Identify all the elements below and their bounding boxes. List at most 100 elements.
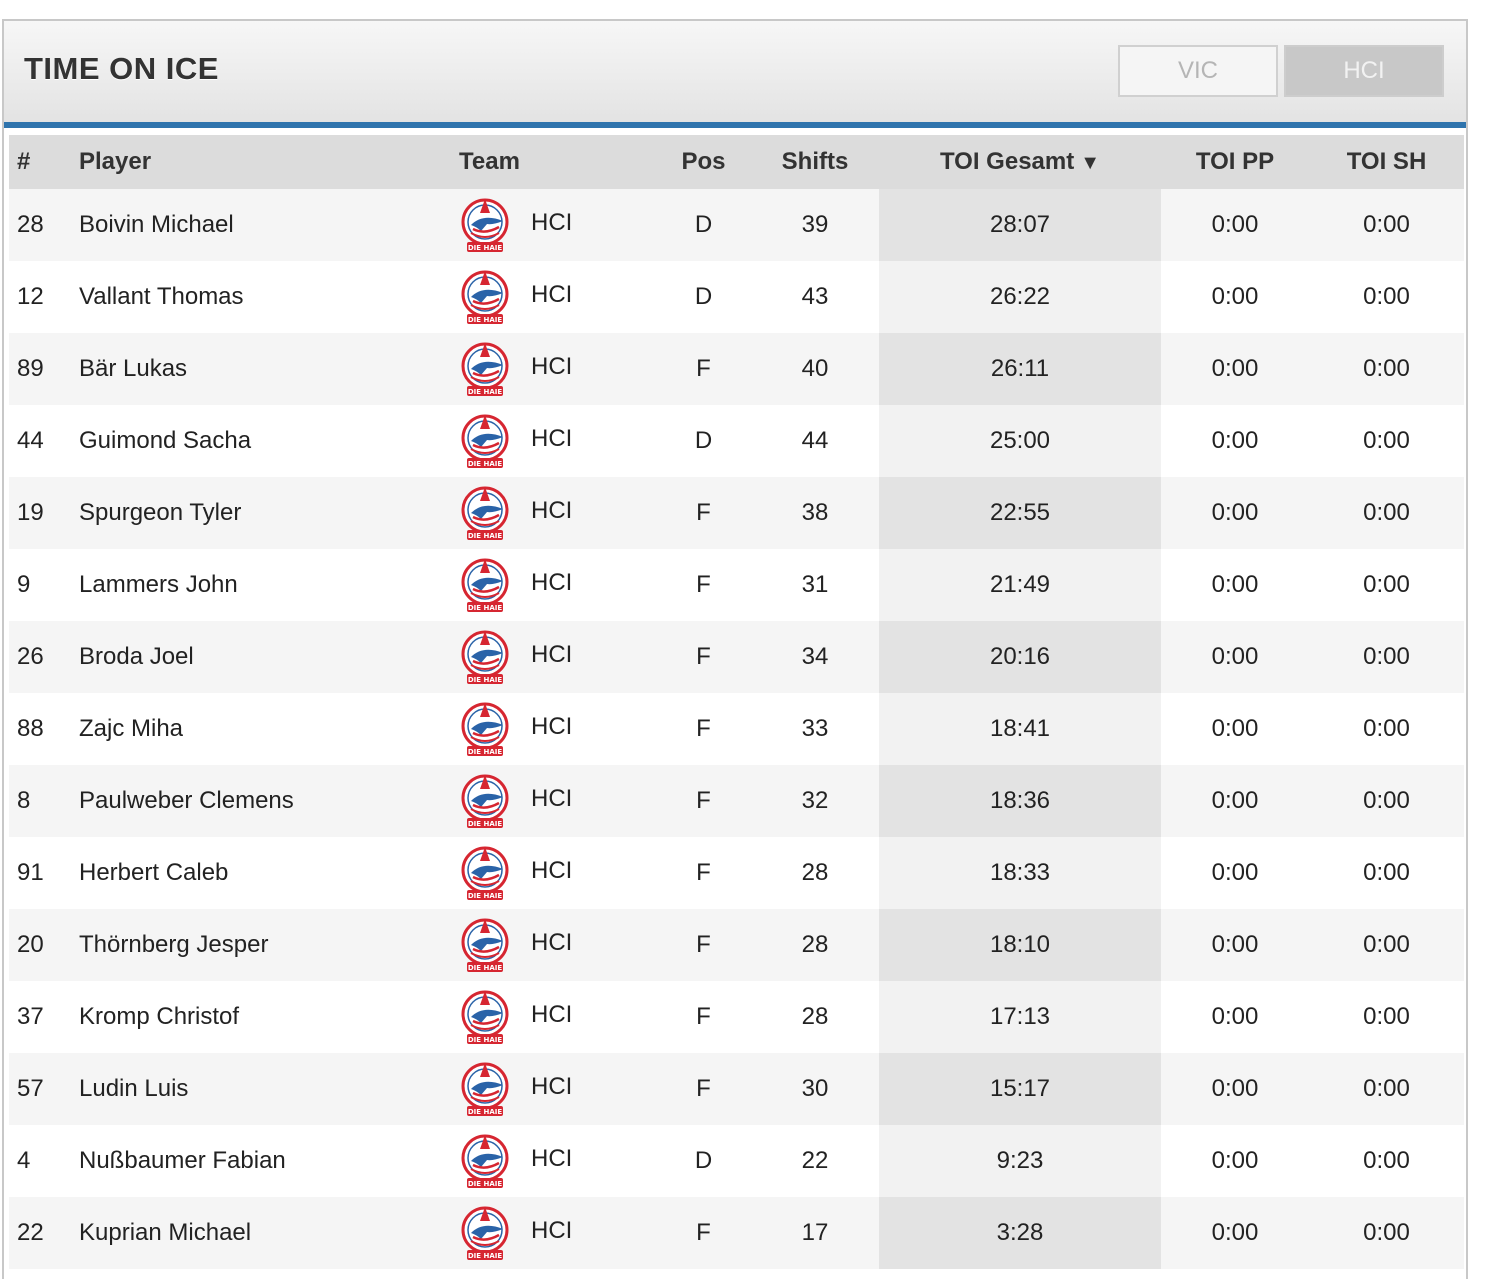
cell-number: 9 — [9, 549, 79, 621]
cell-number: 91 — [9, 837, 79, 909]
cell-toi-sh: 0:00 — [1309, 1053, 1464, 1125]
team-cell: DIE HAIE HCI — [459, 915, 656, 975]
cell-player[interactable]: Bär Lukas — [79, 333, 455, 405]
team-cell: DIE HAIE HCI — [459, 483, 656, 543]
table-row[interactable]: 91 Herbert Caleb DIE HAIE HCI F 28 18:33… — [9, 837, 1464, 909]
cell-toi-total: 26:22 — [879, 261, 1161, 333]
column-header-toi-total[interactable]: TOI Gesamt ▼ — [879, 135, 1161, 189]
cell-toi-total: 22:55 — [879, 477, 1161, 549]
column-header-team[interactable]: Team — [455, 135, 656, 189]
svg-text:DIE HAIE: DIE HAIE — [468, 676, 503, 684]
cell-player[interactable]: Spurgeon Tyler — [79, 477, 455, 549]
cell-team: DIE HAIE HCI — [455, 189, 656, 261]
cell-toi-pp: 0:00 — [1161, 189, 1309, 261]
cell-toi-sh: 0:00 — [1309, 1125, 1464, 1197]
cell-player[interactable]: Kromp Christof — [79, 981, 455, 1053]
cell-player[interactable]: Vallant Thomas — [79, 261, 455, 333]
cell-pos: F — [656, 837, 751, 909]
cell-player[interactable]: Thörnberg Jesper — [79, 909, 455, 981]
cell-player[interactable]: Paulweber Clemens — [79, 765, 455, 837]
table-row[interactable]: 26 Broda Joel DIE HAIE HCI F 34 20:16 0:… — [9, 621, 1464, 693]
cell-shifts: 43 — [751, 261, 879, 333]
table-row[interactable]: 20 Thörnberg Jesper DIE HAIE HCI F 28 18… — [9, 909, 1464, 981]
cell-toi-total: 18:41 — [879, 693, 1161, 765]
team-button-vic[interactable]: VIC — [1118, 45, 1278, 97]
svg-text:DIE HAIE: DIE HAIE — [468, 964, 503, 972]
cell-team-abbr: HCI — [531, 1217, 573, 1244]
cell-player[interactable]: Broda Joel — [79, 621, 455, 693]
cell-team: DIE HAIE HCI — [455, 405, 656, 477]
team-cell: DIE HAIE HCI — [459, 627, 656, 687]
svg-text:DIE HAIE: DIE HAIE — [468, 604, 503, 612]
team-logo-shark-icon: DIE HAIE — [461, 558, 509, 612]
table-row[interactable]: 57 Ludin Luis DIE HAIE HCI F 30 15:17 0:… — [9, 1053, 1464, 1125]
column-header-toi-sh[interactable]: TOI SH — [1309, 135, 1464, 189]
cell-pos: F — [656, 693, 751, 765]
cell-team-abbr: HCI — [531, 209, 573, 236]
cell-team-abbr: HCI — [531, 929, 573, 956]
cell-number: 8 — [9, 765, 79, 837]
team-cell: DIE HAIE HCI — [459, 1203, 656, 1263]
table-row[interactable]: 44 Guimond Sacha DIE HAIE HCI D 44 25:00… — [9, 405, 1464, 477]
cell-pos: D — [656, 405, 751, 477]
cell-pos: F — [656, 765, 751, 837]
cell-player[interactable]: Kuprian Michael — [79, 1197, 455, 1269]
cell-player[interactable]: Boivin Michael — [79, 189, 455, 261]
cell-team: DIE HAIE HCI — [455, 1053, 656, 1125]
team-cell: DIE HAIE HCI — [459, 843, 656, 903]
cell-shifts: 39 — [751, 189, 879, 261]
cell-toi-pp: 0:00 — [1161, 333, 1309, 405]
column-header-toi-pp[interactable]: TOI PP — [1161, 135, 1309, 189]
team-cell: DIE HAIE HCI — [459, 411, 656, 471]
cell-toi-total: 18:10 — [879, 909, 1161, 981]
cell-toi-pp: 0:00 — [1161, 477, 1309, 549]
cell-team-abbr: HCI — [531, 1073, 573, 1100]
team-cell: DIE HAIE HCI — [459, 339, 656, 399]
cell-player[interactable]: Ludin Luis — [79, 1053, 455, 1125]
table-row[interactable]: 12 Vallant Thomas DIE HAIE HCI D 43 26:2… — [9, 261, 1464, 333]
cell-player[interactable]: Guimond Sacha — [79, 405, 455, 477]
team-button-hci[interactable]: HCI — [1284, 45, 1444, 97]
cell-player[interactable]: Nußbaumer Fabian — [79, 1125, 455, 1197]
column-header-shifts[interactable]: Shifts — [751, 135, 879, 189]
cell-team-abbr: HCI — [531, 569, 573, 596]
team-logo-shark-icon: DIE HAIE — [461, 846, 509, 900]
team-logo-shark-icon: DIE HAIE — [461, 270, 509, 324]
table-row[interactable]: 28 Boivin Michael DIE HAIE HCI D 39 28:0… — [9, 189, 1464, 261]
cell-toi-sh: 0:00 — [1309, 981, 1464, 1053]
cell-team-abbr: HCI — [531, 857, 573, 884]
table-row[interactable]: 89 Bär Lukas DIE HAIE HCI F 40 26:11 0:0… — [9, 333, 1464, 405]
column-header-pos[interactable]: Pos — [656, 135, 751, 189]
table-row[interactable]: 19 Spurgeon Tyler DIE HAIE HCI F 38 22:5… — [9, 477, 1464, 549]
cell-pos: D — [656, 261, 751, 333]
cell-team-abbr: HCI — [531, 497, 573, 524]
cell-toi-sh: 0:00 — [1309, 261, 1464, 333]
table-row[interactable]: 9 Lammers John DIE HAIE HCI F 31 21:49 0… — [9, 549, 1464, 621]
table-row[interactable]: 37 Kromp Christof DIE HAIE HCI F 28 17:1… — [9, 981, 1464, 1053]
column-header-number[interactable]: # — [9, 135, 79, 189]
table-row[interactable]: 22 Kuprian Michael DIE HAIE HCI F 17 3:2… — [9, 1197, 1464, 1269]
team-cell: DIE HAIE HCI — [459, 267, 656, 327]
cell-toi-total: 18:36 — [879, 765, 1161, 837]
cell-shifts: 33 — [751, 693, 879, 765]
cell-toi-pp: 0:00 — [1161, 981, 1309, 1053]
cell-number: 19 — [9, 477, 79, 549]
cell-player[interactable]: Lammers John — [79, 549, 455, 621]
cell-toi-total: 20:16 — [879, 621, 1161, 693]
table-row[interactable]: 4 Nußbaumer Fabian DIE HAIE HCI D 22 9:2… — [9, 1125, 1464, 1197]
cell-player[interactable]: Herbert Caleb — [79, 837, 455, 909]
column-header-player[interactable]: Player — [79, 135, 455, 189]
cell-toi-pp: 0:00 — [1161, 765, 1309, 837]
cell-shifts: 40 — [751, 333, 879, 405]
cell-player[interactable]: Zajc Miha — [79, 693, 455, 765]
cell-toi-pp: 0:00 — [1161, 621, 1309, 693]
team-cell: DIE HAIE HCI — [459, 987, 656, 1047]
cell-toi-total: 9:23 — [879, 1125, 1161, 1197]
cell-shifts: 30 — [751, 1053, 879, 1125]
table-row[interactable]: 88 Zajc Miha DIE HAIE HCI F 33 18:41 0:0… — [9, 693, 1464, 765]
team-logo-shark-icon: DIE HAIE — [461, 1206, 509, 1260]
cell-toi-pp: 0:00 — [1161, 261, 1309, 333]
cell-team: DIE HAIE HCI — [455, 549, 656, 621]
cell-team: DIE HAIE HCI — [455, 1197, 656, 1269]
table-row[interactable]: 8 Paulweber Clemens DIE HAIE HCI F 32 18… — [9, 765, 1464, 837]
